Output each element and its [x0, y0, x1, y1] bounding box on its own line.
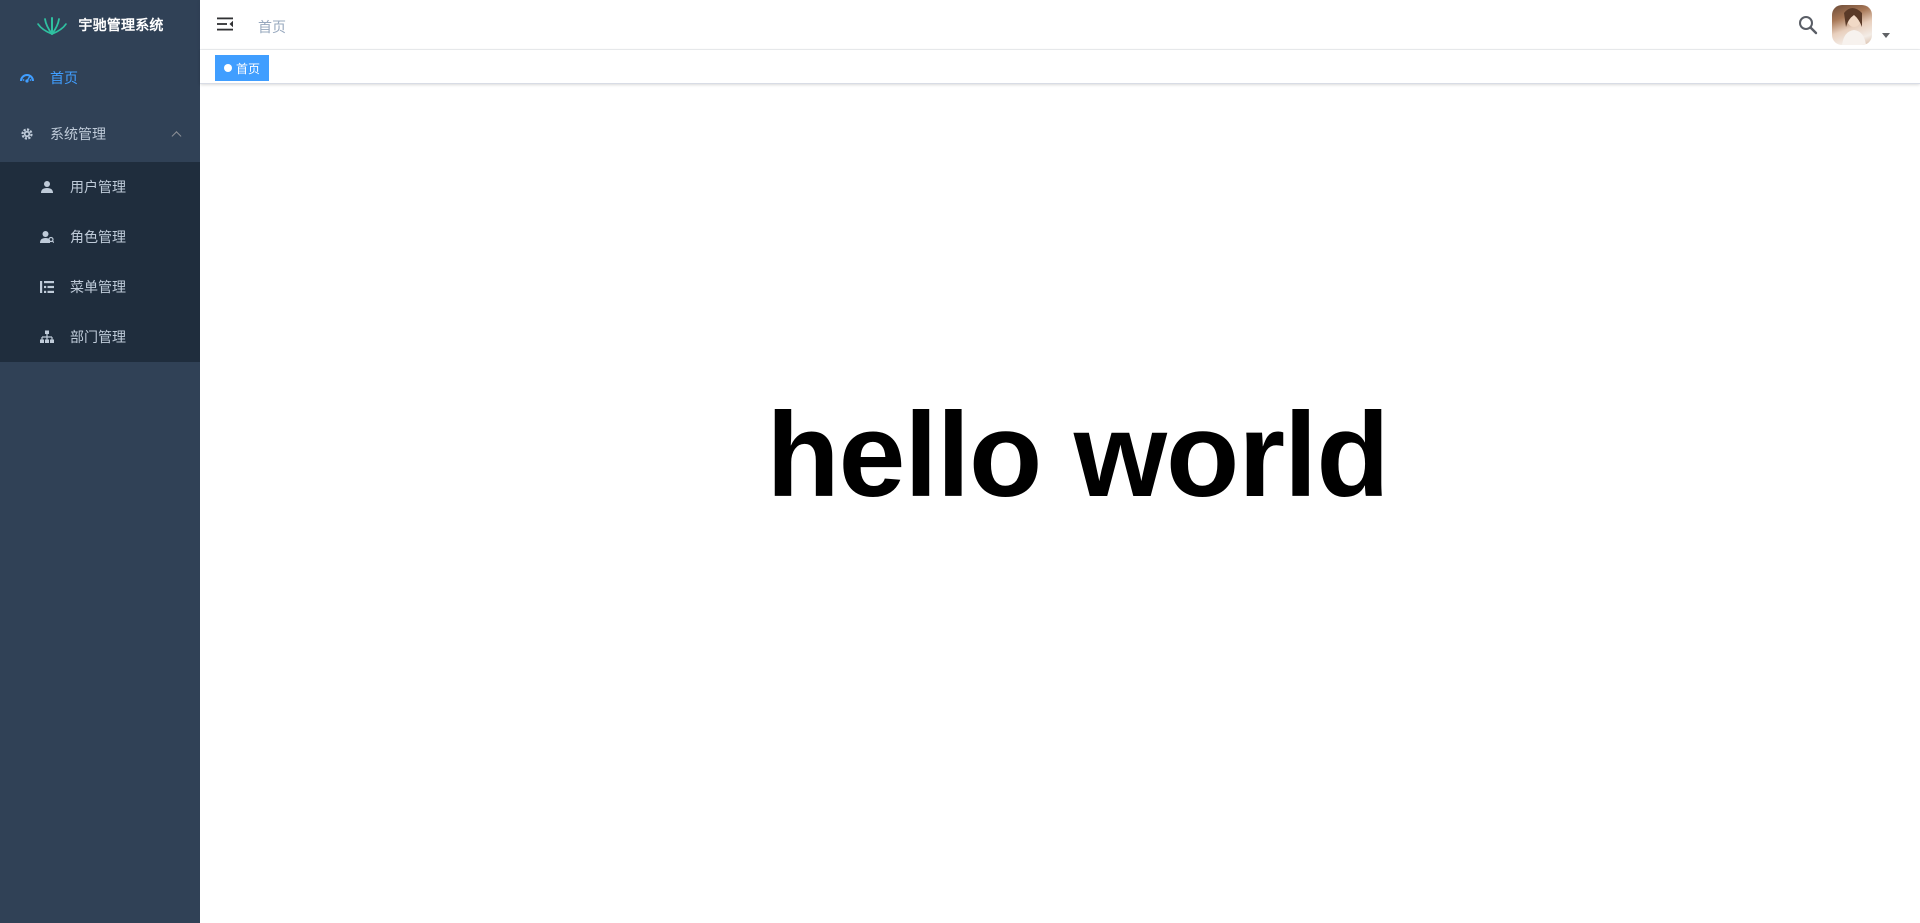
sidebar-logo[interactable]: 宇驰管理系统	[0, 0, 200, 50]
org-tree-icon	[40, 330, 54, 344]
search-icon[interactable]	[1798, 15, 1818, 35]
sidebar-item-system[interactable]: 系统管理	[0, 106, 200, 162]
gear-icon	[20, 127, 34, 141]
tag-label: 首页	[236, 61, 261, 76]
tag-home[interactable]: 首页	[215, 55, 270, 81]
sidebar-item-menus[interactable]: 菜单管理	[0, 262, 200, 312]
sidebar-item-label: 首页	[50, 70, 78, 86]
dashboard-icon	[20, 71, 34, 85]
sidebar-item-departments[interactable]: 部门管理	[0, 312, 200, 362]
app-root: 宇驰管理系统 首页 系统管理 用户管理 角色管理 菜单管理 部门管理 首页 首页…	[0, 0, 1920, 923]
menu-list-icon	[40, 280, 54, 294]
sidebar-item-roles[interactable]: 角色管理	[0, 212, 200, 262]
app-title: 宇驰管理系统	[78, 17, 164, 33]
navbar: 首页	[200, 0, 1920, 50]
caret-down-icon[interactable]	[1882, 33, 1890, 38]
breadcrumb: 首页	[258, 17, 286, 37]
sidebar-item-label: 角色管理	[70, 229, 126, 245]
hamburger-icon[interactable]	[216, 15, 234, 33]
active-dot-icon	[224, 64, 232, 72]
sidebar-item-label: 部门管理	[70, 329, 126, 345]
breadcrumb-item: 首页	[258, 19, 286, 35]
role-icon	[40, 230, 54, 244]
sidebar-item-label: 菜单管理	[70, 279, 126, 295]
submenu-system: 用户管理 角色管理 菜单管理 部门管理	[0, 162, 200, 362]
tags-view: 首页	[200, 50, 1920, 84]
sidebar-item-label: 系统管理	[50, 126, 106, 142]
chevron-up-icon	[171, 131, 182, 142]
user-icon	[40, 180, 54, 194]
avatar[interactable]	[1832, 5, 1872, 45]
sidebar-item-users[interactable]: 用户管理	[0, 162, 200, 212]
logo-icon	[37, 17, 68, 35]
sidebar-item-label: 用户管理	[70, 179, 126, 195]
hello-text: hello world	[766, 388, 1389, 522]
main-content: hello world	[200, 85, 1920, 923]
sidebar-item-home[interactable]: 首页	[0, 50, 200, 106]
sidebar: 宇驰管理系统 首页 系统管理 用户管理 角色管理 菜单管理 部门管理	[0, 0, 200, 923]
